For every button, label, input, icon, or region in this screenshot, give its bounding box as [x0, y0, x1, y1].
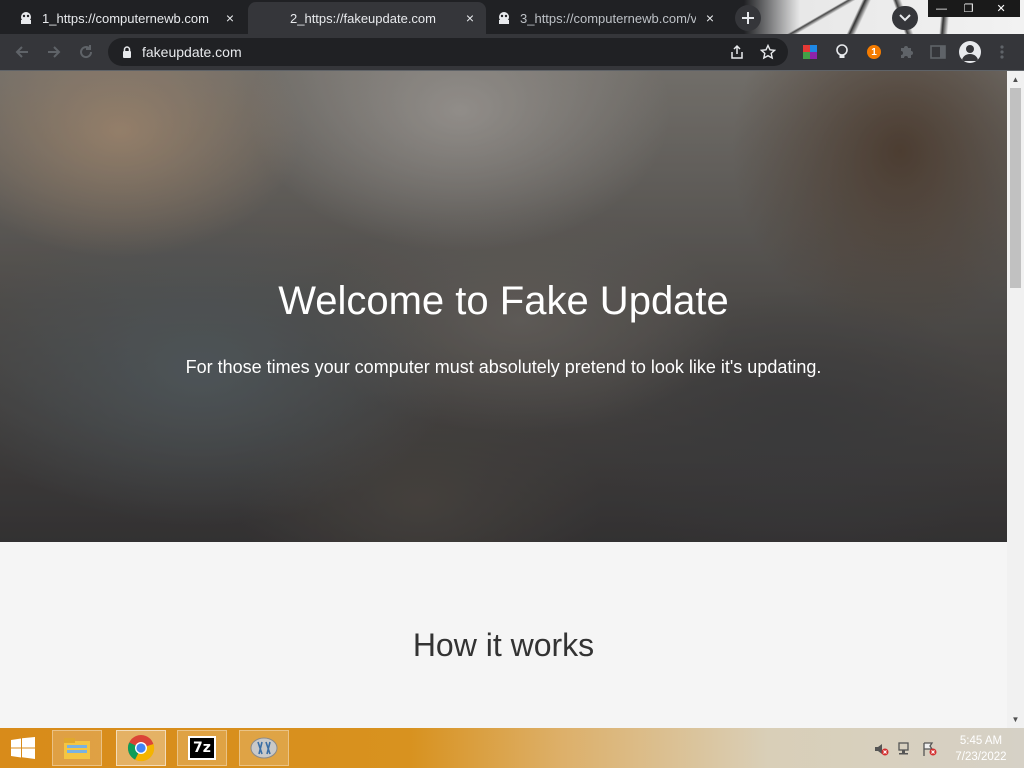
tab-title: 1_https://computernewb.com — [42, 10, 209, 26]
tab-title: 2_https://fakeupdate.com — [290, 10, 436, 26]
clock-time: 5:45 AM — [959, 735, 1003, 747]
taskbar-7zip[interactable]: 7z — [177, 730, 227, 766]
tab-close-icon[interactable]: × — [462, 10, 478, 26]
browser-toolbar: fakeupdate.com 1 — [0, 34, 1024, 71]
folder-icon — [64, 738, 90, 759]
tab-1[interactable]: 1_https://computernewb.com × — [10, 2, 246, 34]
scroll-up-arrow-icon[interactable]: ▲ — [1007, 71, 1024, 88]
start-button[interactable] — [8, 736, 38, 760]
reload-icon — [80, 45, 93, 59]
chevron-down-icon — [899, 14, 911, 22]
bookmark-star-icon[interactable] — [757, 41, 779, 63]
hero-banner: Welcome to Fake Update For those times y… — [0, 71, 1007, 542]
arrow-right-icon — [48, 46, 61, 58]
taskbar-file-explorer[interactable] — [52, 730, 102, 766]
tab-strip: 1_https://computernewb.com × 2_https://f… — [0, 0, 1024, 34]
tab-close-icon[interactable]: × — [702, 10, 718, 26]
7zip-icon: 7z — [188, 736, 216, 760]
7zip-label: 7z — [193, 740, 211, 756]
blank-favicon-icon — [256, 10, 282, 26]
system-clock[interactable]: 5:45 AM 7/23/2022 — [945, 733, 1017, 765]
clock-date: 7/23/2022 — [955, 751, 1007, 763]
extension-colorful-icon[interactable] — [801, 43, 819, 61]
windows-taskbar: 7z 5:45 AM 7/23/2022 — [0, 728, 1024, 768]
windows-logo-icon — [11, 737, 35, 759]
close-window-button[interactable]: ✕ — [982, 0, 1020, 17]
screen: 1_https://computernewb.com × 2_https://f… — [0, 0, 1024, 768]
tab-3[interactable]: 3_https://computernewb.com/vnc × — [488, 2, 726, 34]
side-panel-icon[interactable] — [929, 43, 947, 61]
back-button[interactable] — [10, 40, 34, 64]
lock-icon[interactable] — [120, 45, 134, 59]
vertical-scrollbar[interactable]: ▲ ▼ — [1007, 71, 1024, 728]
scroll-down-arrow-icon[interactable]: ▼ — [1007, 711, 1024, 728]
ghost-favicon-icon — [496, 10, 512, 26]
network-status-icon[interactable] — [897, 741, 913, 757]
tab-2[interactable]: 2_https://fakeupdate.com × — [248, 2, 486, 34]
ghost-favicon-icon — [18, 10, 34, 26]
notification-extension-icon[interactable]: 1 — [865, 43, 883, 61]
hero-title: Welcome to Fake Update — [278, 279, 729, 323]
arrow-left-icon — [15, 46, 28, 58]
address-bar[interactable]: fakeupdate.com — [108, 38, 788, 66]
profile-avatar-icon[interactable] — [959, 41, 981, 63]
tab-title: 3_https://computernewb.com/vnc — [520, 10, 696, 26]
window-controls: — ❐ ✕ — [928, 0, 1020, 17]
lightbulb-extension-icon[interactable] — [833, 43, 851, 61]
new-tab-button[interactable] — [735, 5, 761, 31]
forward-button[interactable] — [42, 40, 66, 64]
restore-button[interactable]: ❐ — [955, 0, 982, 17]
how-it-works-heading: How it works — [412, 627, 595, 663]
action-center-flag-icon[interactable] — [921, 741, 937, 757]
scrollbar-thumb[interactable] — [1010, 88, 1021, 288]
share-icon[interactable] — [726, 41, 748, 63]
tab-close-icon[interactable]: × — [222, 10, 238, 26]
taskbar-chrome[interactable] — [116, 730, 166, 766]
chrome-icon — [127, 735, 155, 762]
page-viewport: Welcome to Fake Update For those times y… — [0, 71, 1024, 728]
url-text[interactable]: fakeupdate.com — [142, 44, 726, 60]
minimize-button[interactable]: — — [928, 0, 955, 17]
taskbar-network-app[interactable] — [239, 730, 289, 766]
extension-badge: 1 — [867, 45, 881, 59]
plus-icon — [742, 12, 754, 24]
reload-button[interactable] — [74, 40, 98, 64]
kebab-menu-icon[interactable] — [993, 43, 1011, 61]
tab-search-button[interactable] — [892, 6, 918, 30]
puzzle-extensions-icon[interactable] — [897, 43, 915, 61]
volume-muted-icon[interactable] — [873, 741, 889, 757]
hero-subtitle: For those times your computer must absol… — [185, 357, 822, 377]
network-globe-icon — [250, 737, 278, 759]
